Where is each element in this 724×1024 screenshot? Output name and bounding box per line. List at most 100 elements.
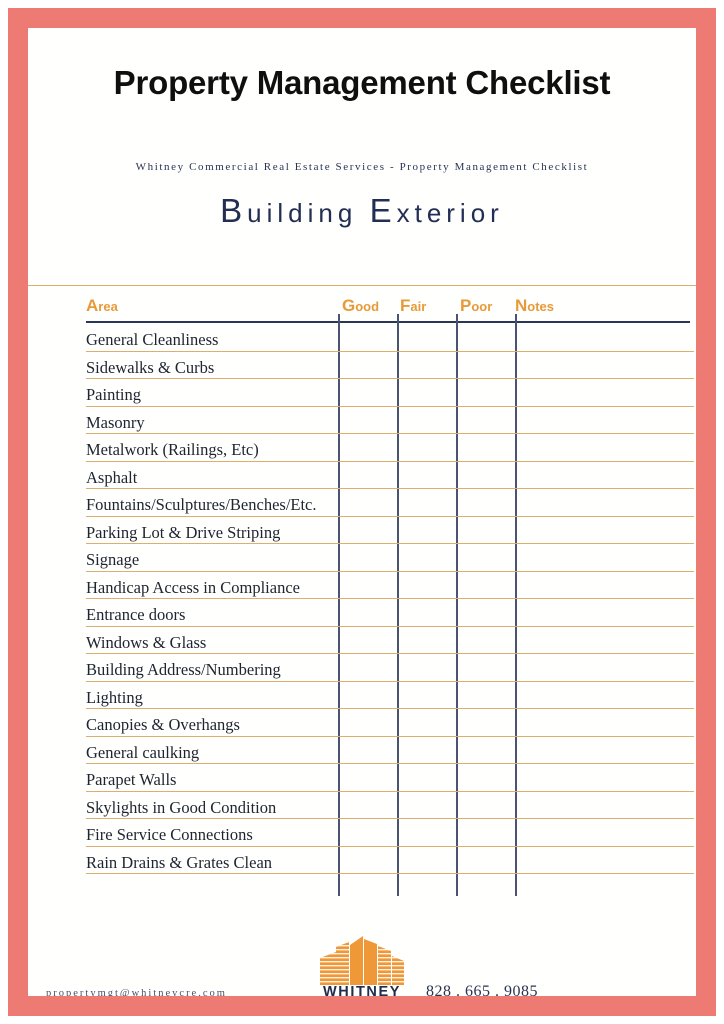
row-cell-poor[interactable] — [457, 599, 515, 627]
table-row: Parking Lot & Drive Striping — [28, 517, 696, 545]
row-cell-notes[interactable] — [516, 434, 694, 462]
row-cell-notes[interactable] — [516, 462, 694, 490]
page-title: Property Management Checklist — [113, 64, 611, 101]
row-cell-fair[interactable] — [398, 627, 456, 655]
contact-email[interactable]: propertymgt@whitneycre.com — [46, 988, 227, 996]
row-cell-good[interactable] — [339, 572, 397, 600]
row-cell-poor[interactable] — [457, 627, 515, 655]
row-cell-notes[interactable] — [516, 517, 694, 545]
row-cell-fair[interactable] — [398, 489, 456, 517]
row-cell-poor[interactable] — [457, 737, 515, 765]
row-cell-poor[interactable] — [457, 847, 515, 875]
row-cell-fair[interactable] — [398, 847, 456, 875]
row-cell-notes[interactable] — [516, 792, 694, 820]
row-area-label: Parking Lot & Drive Striping — [86, 522, 281, 542]
row-cell-good[interactable] — [339, 654, 397, 682]
row-cell-fair[interactable] — [398, 379, 456, 407]
row-cell-good[interactable] — [339, 434, 397, 462]
row-cell-poor[interactable] — [457, 764, 515, 792]
row-cell-poor[interactable] — [457, 352, 515, 380]
row-cell-fair[interactable] — [398, 324, 456, 352]
row-cell-good[interactable] — [339, 792, 397, 820]
row-cell-poor[interactable] — [457, 572, 515, 600]
row-cell-poor[interactable] — [457, 517, 515, 545]
row-cell-good[interactable] — [339, 324, 397, 352]
row-cell-fair[interactable] — [398, 544, 456, 572]
row-cell-poor[interactable] — [457, 654, 515, 682]
row-cell-fair[interactable] — [398, 462, 456, 490]
row-cell-notes[interactable] — [516, 324, 694, 352]
row-cell-poor[interactable] — [457, 709, 515, 737]
row-cell-notes[interactable] — [516, 847, 694, 875]
row-cell-good[interactable] — [339, 627, 397, 655]
table-row: Lighting — [28, 682, 696, 710]
column-header-poor: Poor — [460, 296, 493, 315]
row-cell-fair[interactable] — [398, 709, 456, 737]
table-header-row: Area Good Fair Poor Notes — [28, 296, 696, 324]
row-area-label: Handicap Access in Compliance — [86, 577, 300, 597]
table-row: Fire Service Connections — [28, 819, 696, 847]
row-cell-notes[interactable] — [516, 654, 694, 682]
row-cell-good[interactable] — [339, 819, 397, 847]
row-cell-poor[interactable] — [457, 489, 515, 517]
row-cell-good[interactable] — [339, 737, 397, 765]
row-cell-poor[interactable] — [457, 682, 515, 710]
row-cell-fair[interactable] — [398, 819, 456, 847]
row-cell-fair[interactable] — [398, 654, 456, 682]
row-cell-notes[interactable] — [516, 819, 694, 847]
row-cell-notes[interactable] — [516, 627, 694, 655]
table-row: Skylights in Good Condition — [28, 792, 696, 820]
row-cell-notes[interactable] — [516, 572, 694, 600]
row-area-label: Canopies & Overhangs — [86, 715, 240, 734]
table-row: Metalwork (Railings, Etc) — [28, 434, 696, 462]
row-cell-fair[interactable] — [398, 572, 456, 600]
coral-border-frame: Property Management Checklist Whitney Co… — [8, 8, 716, 1016]
table-row: Rain Drains & Grates Clean — [28, 847, 696, 875]
row-cell-notes[interactable] — [516, 709, 694, 737]
row-cell-good[interactable] — [339, 352, 397, 380]
row-cell-poor[interactable] — [457, 462, 515, 490]
row-cell-notes[interactable] — [516, 379, 694, 407]
row-cell-fair[interactable] — [398, 764, 456, 792]
row-cell-notes[interactable] — [516, 737, 694, 765]
row-cell-fair[interactable] — [398, 599, 456, 627]
row-cell-good[interactable] — [339, 544, 397, 572]
row-cell-poor[interactable] — [457, 792, 515, 820]
row-cell-notes[interactable] — [516, 352, 694, 380]
row-cell-notes[interactable] — [516, 544, 694, 572]
row-cell-good[interactable] — [339, 462, 397, 490]
row-cell-good[interactable] — [339, 764, 397, 792]
row-cell-poor[interactable] — [457, 407, 515, 435]
row-cell-fair[interactable] — [398, 792, 456, 820]
row-cell-fair[interactable] — [398, 517, 456, 545]
row-cell-good[interactable] — [339, 847, 397, 875]
section-title-rest-exterior: xterior — [396, 198, 504, 228]
header-divider-rule — [28, 285, 696, 286]
row-cell-poor[interactable] — [457, 324, 515, 352]
row-cell-fair[interactable] — [398, 407, 456, 435]
row-cell-notes[interactable] — [516, 682, 694, 710]
row-cell-notes[interactable] — [516, 407, 694, 435]
row-cell-good[interactable] — [339, 517, 397, 545]
row-cell-notes[interactable] — [516, 599, 694, 627]
row-cell-good[interactable] — [339, 489, 397, 517]
row-cell-poor[interactable] — [457, 544, 515, 572]
row-cell-poor[interactable] — [457, 379, 515, 407]
contact-phone[interactable]: 828 . 665 . 9085 — [426, 983, 538, 996]
row-cell-good[interactable] — [339, 709, 397, 737]
row-cell-fair[interactable] — [398, 434, 456, 462]
row-cell-good[interactable] — [339, 407, 397, 435]
row-cell-fair[interactable] — [398, 737, 456, 765]
row-cell-good[interactable] — [339, 379, 397, 407]
row-cell-notes[interactable] — [516, 489, 694, 517]
row-cell-fair[interactable] — [398, 682, 456, 710]
table-row: Parapet Walls — [28, 764, 696, 792]
row-cell-notes[interactable] — [516, 764, 694, 792]
table-row: Asphalt — [28, 462, 696, 490]
row-cell-good[interactable] — [339, 682, 397, 710]
row-cell-poor[interactable] — [457, 434, 515, 462]
table-row: Handicap Access in Compliance — [28, 572, 696, 600]
row-cell-poor[interactable] — [457, 819, 515, 847]
row-cell-good[interactable] — [339, 599, 397, 627]
row-cell-fair[interactable] — [398, 352, 456, 380]
